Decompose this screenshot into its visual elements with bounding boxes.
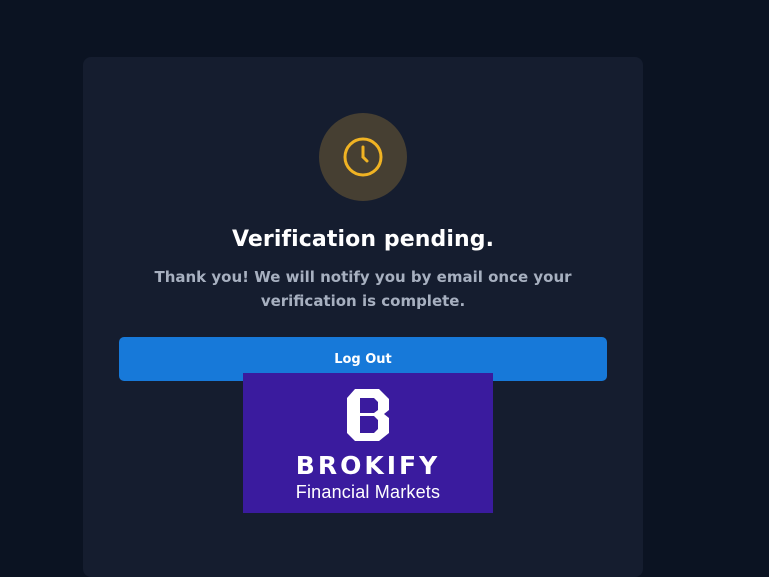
brokify-mark-icon [347,389,389,441]
verification-message: Thank you! We will notify you by email o… [154,268,572,310]
clock-icon [343,137,383,177]
page-title: Verification pending. [231,227,495,252]
pending-status-badge [319,113,407,201]
brokify-logo: BROKIFY Financial Markets [243,373,493,513]
brand-name: BROKIFY [295,451,441,480]
brand-tagline: Financial Markets [295,482,441,502]
